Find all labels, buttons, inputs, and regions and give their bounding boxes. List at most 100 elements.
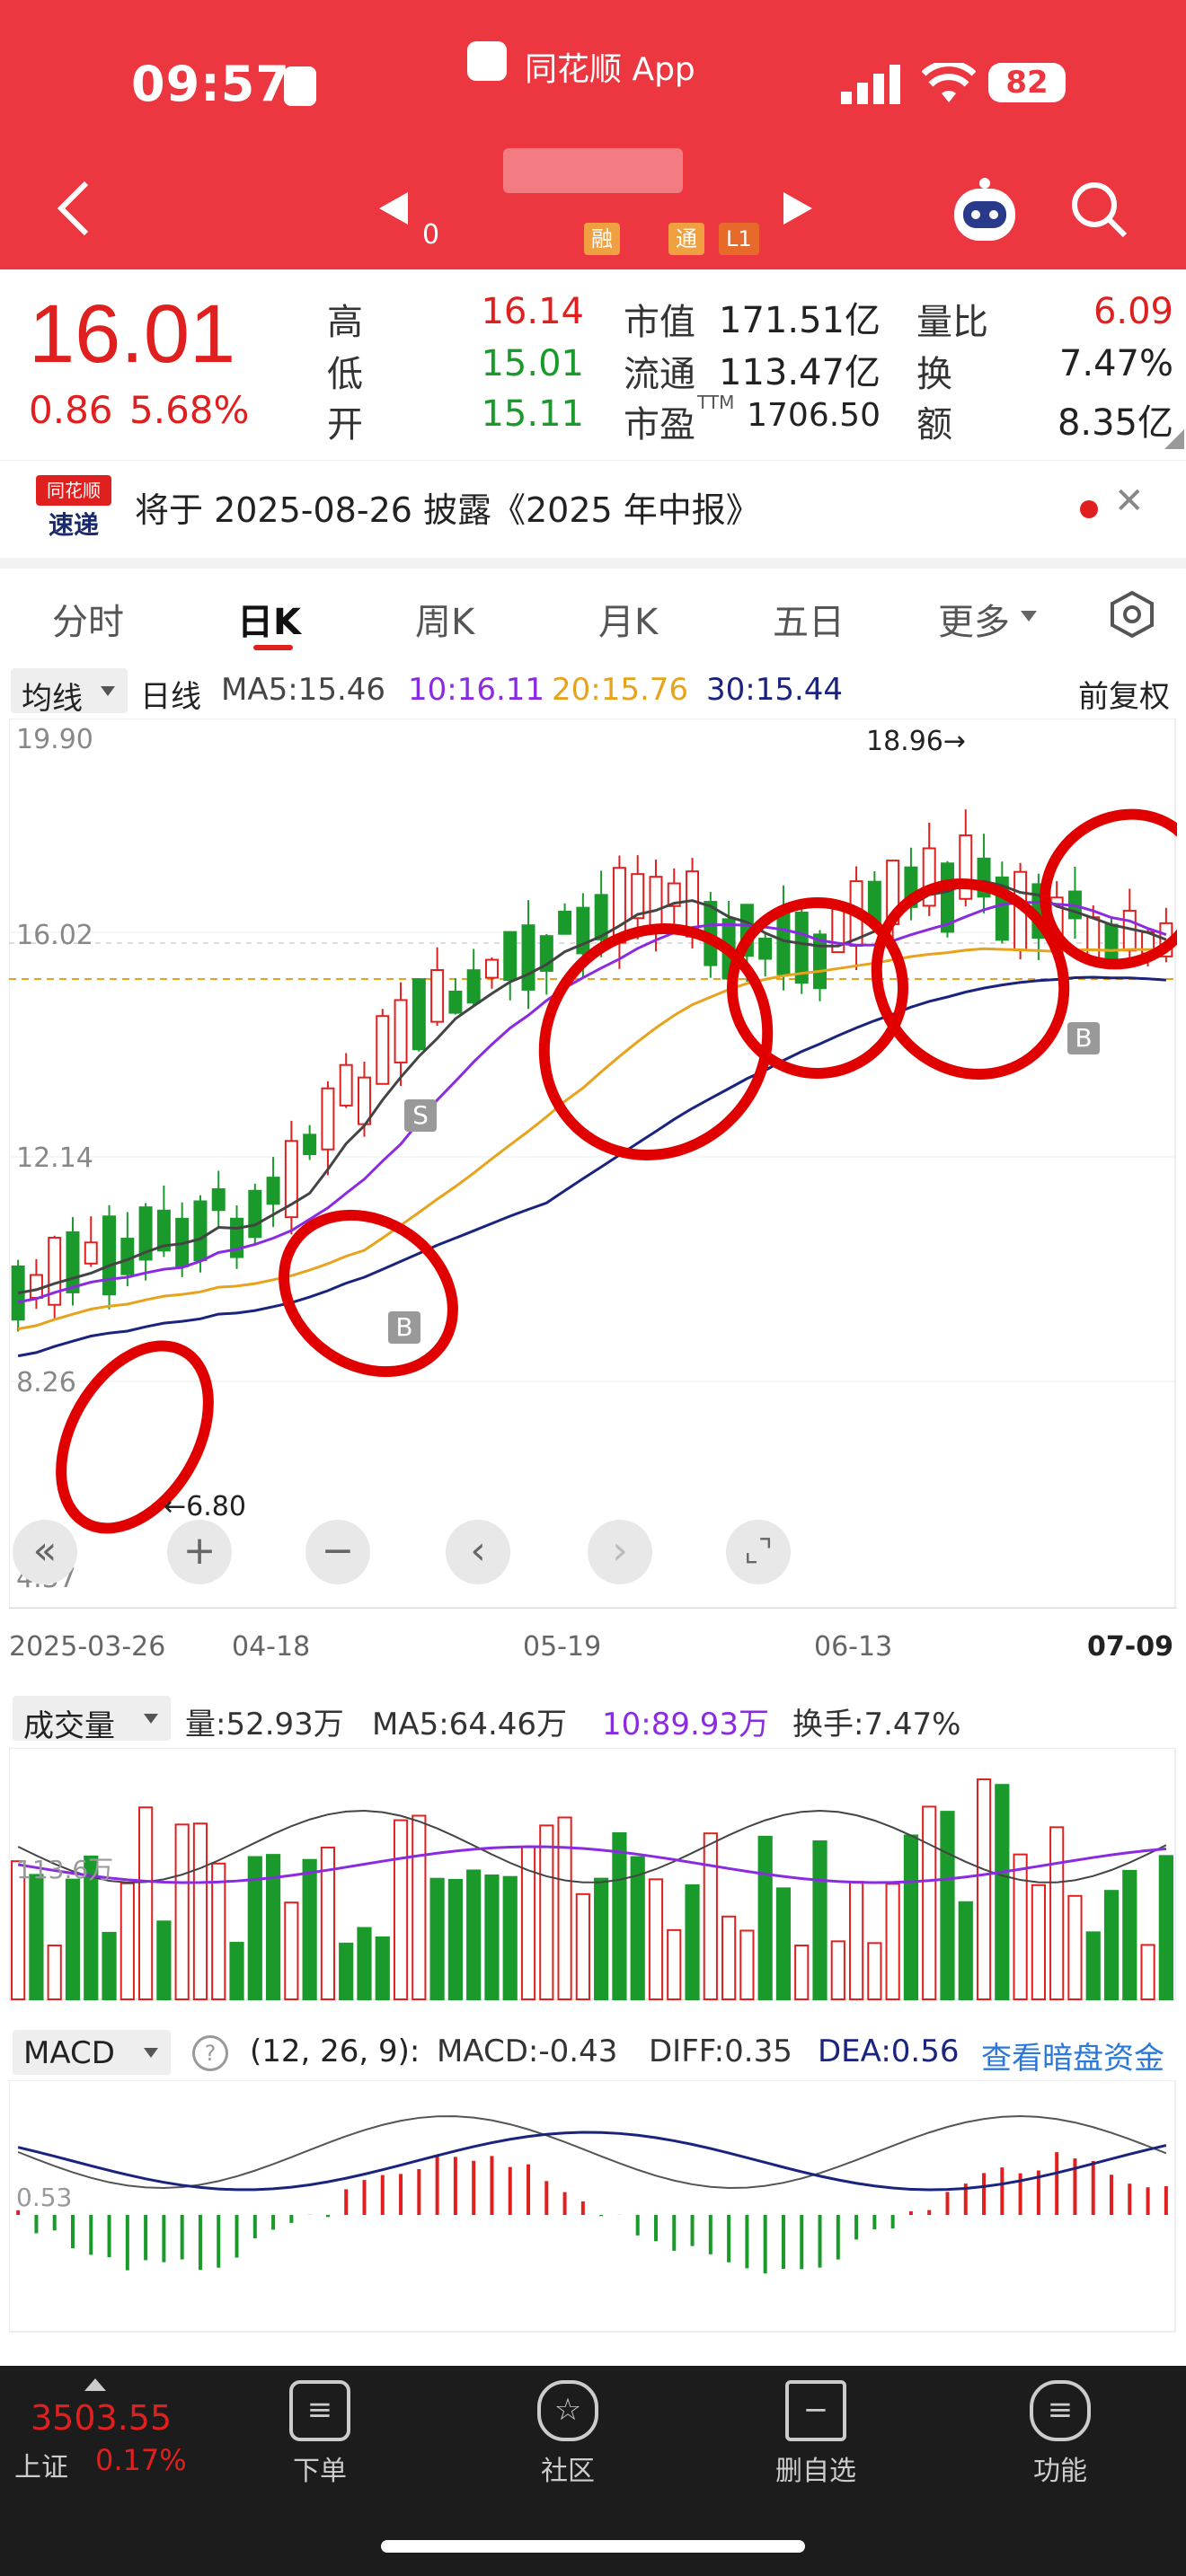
volume-bar (1049, 1826, 1065, 2000)
volume-turnover: 换手:7.47% (792, 1707, 961, 1742)
volume-ma5-line (17, 1809, 1167, 1883)
index-value[interactable]: 3503.55 (31, 2398, 172, 2438)
volume-bar (575, 1892, 590, 2000)
volume-bar (757, 1835, 773, 2000)
prev-stock-icon[interactable] (377, 190, 410, 226)
tab-daily-k[interactable]: 日K (237, 593, 301, 645)
zoom-in-button[interactable]: + (167, 1520, 232, 1584)
volume-bar (630, 1856, 645, 2001)
volume-bar (47, 1944, 62, 2001)
tab-weekly-k[interactable]: 周K (415, 593, 474, 645)
volume-bar (830, 1940, 845, 2000)
index-up-arrow-icon (84, 2378, 106, 2391)
robot-assistant-icon[interactable] (949, 176, 1021, 244)
ma-caret-icon (101, 686, 115, 696)
settings-hex-icon[interactable] (1107, 589, 1157, 640)
zoom-out-button[interactable]: − (305, 1520, 370, 1584)
tab-more[interactable]: 更多 (938, 593, 1010, 645)
volume-bar (557, 1816, 572, 2000)
candle-body (321, 1087, 335, 1151)
wifi-icon (922, 63, 976, 102)
status-app-label: 同花顺 App (525, 51, 695, 88)
volume-selector[interactable]: 成交量 (13, 1696, 171, 1744)
volume-chart[interactable] (9, 1748, 1177, 2003)
candle-body (521, 924, 535, 991)
candle-body (29, 1274, 43, 1300)
dark-pool-link[interactable]: 查看暗盘资金 (981, 2033, 1164, 2078)
candle-body (339, 1063, 353, 1107)
unread-dot (1080, 500, 1098, 518)
next-stock-icon[interactable] (782, 190, 814, 226)
macd-dea-line (17, 2130, 1167, 2192)
zoom-fast-back-button[interactable]: « (13, 1520, 77, 1584)
dea-value: DEA:0.56 (818, 2033, 960, 2069)
kline-chart[interactable] (9, 719, 1177, 1617)
price-change-pct: 5.68% (129, 388, 250, 432)
y-label-4: 8.26 (16, 1367, 76, 1398)
help-icon[interactable]: ? (192, 2035, 228, 2071)
volume-bar (612, 1831, 627, 2000)
volume-bar (412, 1814, 427, 2000)
volume-bar (739, 1929, 755, 2000)
fullscreen-button[interactable]: ⌞⌝ (726, 1520, 791, 1584)
volume-bar (211, 1862, 226, 2000)
volratio-label: 量比 (916, 302, 988, 343)
nav-order[interactable]: ≡ 下单 (257, 2371, 383, 2488)
expand-corner-icon[interactable] (1164, 429, 1184, 449)
y-label-2: 16.02 (16, 920, 93, 951)
volume-bar (174, 1823, 190, 2000)
notice-text: 将于 2025-08-26 披露《2025 年中报》 (135, 490, 760, 530)
home-indicator (381, 2540, 805, 2553)
volume-bar (1158, 1855, 1173, 2000)
tab-intraday[interactable]: 分时 (52, 593, 124, 645)
period-label: 日线 (140, 679, 201, 715)
volume-bar (775, 1887, 792, 2001)
low-value: 15.01 (481, 343, 584, 384)
nav-function[interactable]: ≡ 功能 (997, 2371, 1123, 2488)
float-value: 113.47亿 (719, 352, 881, 393)
tab-monthly-k[interactable]: 月K (598, 593, 658, 645)
date-label-2: 04-18 (232, 1631, 311, 1663)
macd-selector-label: MACD (23, 2035, 115, 2071)
candle-body (813, 933, 828, 990)
volume-bar (703, 1832, 718, 2000)
nav-order-label: 下单 (293, 2456, 347, 2487)
nav-community[interactable]: ☆ 社区 (505, 2371, 631, 2488)
volume-bar (940, 1811, 955, 2000)
macd-value: MACD:-0.43 (437, 2033, 618, 2069)
search-icon[interactable] (1069, 180, 1128, 239)
nav-remove-watchlist-label: 删自选 (775, 2456, 856, 2487)
volume-bar (138, 1806, 154, 2000)
close-icon[interactable]: ✕ (1114, 481, 1145, 522)
tab-five-day[interactable]: 五日 (773, 593, 845, 645)
candle-body (1104, 923, 1119, 966)
macd-y-label: 0.53 (16, 2183, 73, 2212)
macd-chart[interactable] (9, 2080, 1177, 2333)
ma10-value: 10:16.11 (408, 672, 545, 708)
back-icon[interactable] (56, 180, 92, 237)
amount-value: 8.35亿 (1057, 402, 1173, 444)
signal-icon (841, 65, 900, 104)
volume-bar (429, 1877, 445, 2000)
scroll-left-button[interactable]: ‹ (446, 1520, 510, 1584)
nav-remove-watchlist[interactable]: − 删自选 (753, 2371, 879, 2488)
volume-bar (721, 1915, 737, 2000)
volume-ma5: MA5:64.46万 (372, 1707, 568, 1742)
candle-body (357, 1076, 371, 1125)
candle-body (376, 1015, 390, 1085)
candle-body (120, 1238, 135, 1275)
volume-bar (284, 1901, 299, 2000)
candle-body (558, 910, 572, 935)
volume-bar (685, 1883, 700, 2000)
scroll-right-button[interactable]: › (588, 1520, 652, 1584)
macd-selector[interactable]: MACD (13, 2030, 171, 2075)
volume-bar (1103, 1890, 1120, 2000)
adjust-button[interactable]: 前复权 (1078, 672, 1170, 716)
ma-selector[interactable]: 均线 (11, 668, 128, 717)
volume-caret-icon (144, 1714, 158, 1724)
y-label-3: 12.14 (16, 1142, 93, 1174)
macd-params: (12, 26, 9): (250, 2033, 420, 2069)
notice-bar[interactable]: 同花顺 速递 将于 2025-08-26 披露《2025 年中报》 ✕ (0, 460, 1186, 569)
volume-y-label: 113.6万 (16, 1855, 114, 1884)
date-label-3: 05-19 (523, 1631, 602, 1663)
